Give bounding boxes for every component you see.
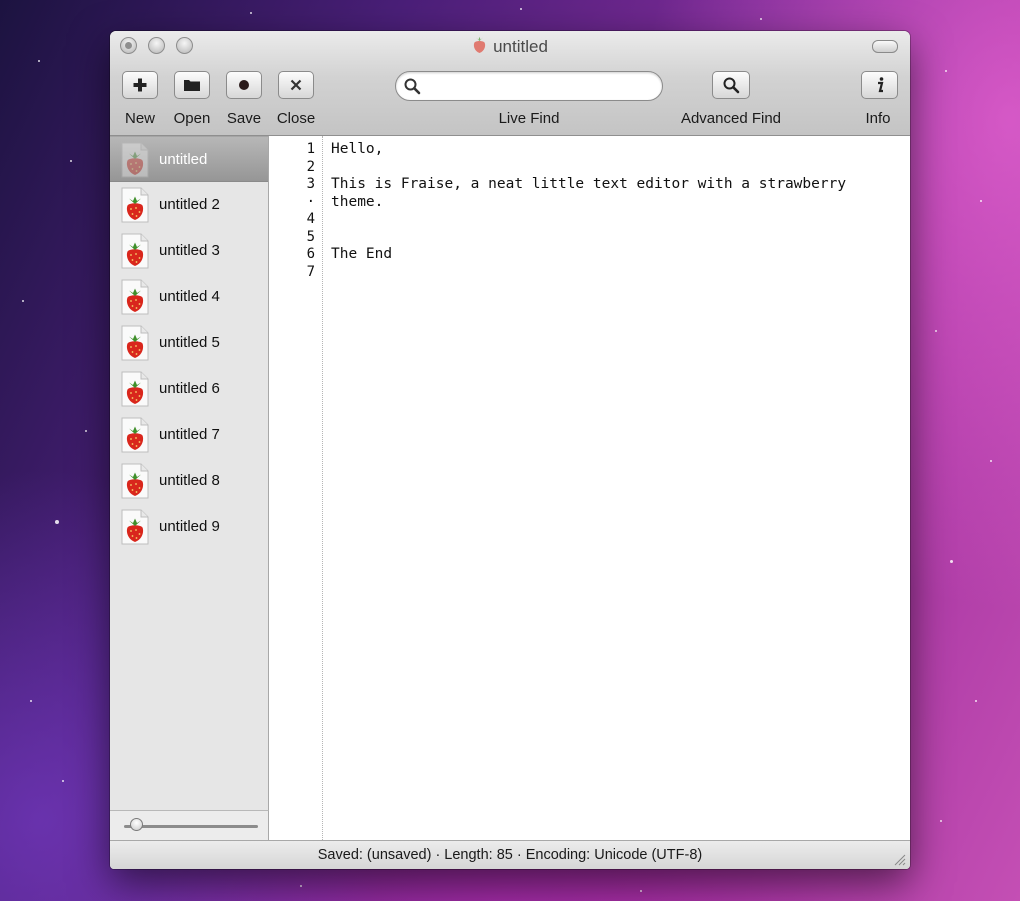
status-bar: Saved: (unsaved) · Length: 85 · Encoding… — [110, 840, 910, 869]
document-list-item-label: untitled 8 — [159, 472, 220, 489]
close-button[interactable] — [278, 71, 314, 99]
line-number-gutter: 1 2 3 · 4 5 6 7 — [269, 136, 323, 840]
resize-grip-icon[interactable] — [892, 852, 906, 866]
advanced-find-button[interactable] — [712, 71, 750, 99]
info-button[interactable] — [861, 71, 898, 99]
titlebar: untitled New Open Save Close Live Find A… — [110, 31, 910, 136]
info-label: Info — [865, 110, 891, 127]
live-find-label: Live Find — [498, 110, 560, 127]
document-list-item-label: untitled 4 — [159, 288, 220, 305]
save-label: Save — [226, 110, 262, 127]
line-number: 2 — [306, 158, 315, 175]
strawberry-icon[interactable] — [472, 36, 487, 59]
strawberry-document-icon — [120, 142, 150, 178]
line-number: 4 — [306, 211, 315, 227]
document-list-item[interactable]: untitled 7 — [110, 412, 268, 458]
strawberry-document-icon — [120, 187, 150, 223]
star — [55, 520, 59, 524]
strawberry-document-icon — [120, 509, 150, 545]
star — [935, 330, 937, 332]
text-line: theme. — [331, 193, 384, 210]
text-line: This is Fraise, a neat little text edito… — [331, 176, 847, 192]
sidebar-footer — [110, 810, 269, 841]
star — [950, 560, 953, 563]
star — [640, 890, 642, 892]
document-list-item-label: untitled 9 — [159, 518, 220, 535]
document-list-item[interactable]: untitled 9 — [110, 504, 268, 550]
line-number: 7 — [306, 263, 315, 280]
line-number: · — [306, 193, 315, 210]
strawberry-document-icon — [120, 371, 150, 407]
star — [940, 820, 942, 822]
open-button[interactable] — [174, 71, 210, 99]
save-button[interactable] — [226, 71, 262, 99]
document-list-item-label: untitled 6 — [159, 380, 220, 397]
document-list-item[interactable]: untitled 2 — [110, 182, 268, 228]
x-icon — [290, 79, 302, 91]
document-list-item[interactable]: untitled 4 — [110, 274, 268, 320]
window-title: untitled — [110, 36, 910, 59]
document-list-item[interactable]: untitled 6 — [110, 366, 268, 412]
icon-size-slider-track[interactable] — [124, 825, 258, 828]
text-editor[interactable]: 1 2 3 · 4 5 6 7 Hello, This is Fraise, a neat li… — [269, 136, 910, 840]
close-label: Close — [276, 110, 316, 127]
text-line: The End — [331, 246, 393, 262]
document-list-item-label: untitled 5 — [159, 334, 220, 351]
strawberry-document-icon — [120, 325, 150, 361]
document-list-item-label: untitled 3 — [159, 242, 220, 259]
folder-icon — [184, 80, 200, 91]
window-title-text: untitled — [493, 37, 548, 56]
advanced-find-label: Advanced Find — [680, 110, 782, 127]
line-number: 3 — [306, 176, 315, 192]
editor-window: untitled New Open Save Close Live Find A… — [110, 31, 910, 869]
document-list-item[interactable]: untitled 8 — [110, 458, 268, 504]
line-number: 5 — [306, 228, 315, 245]
document-list: untitled untitled 2 untitled 3 untitled 4 un… — [110, 136, 269, 840]
new-button[interactable] — [122, 71, 158, 99]
star — [945, 70, 947, 72]
star — [30, 700, 32, 702]
status-text: Saved: (unsaved) · Length: 85 · Encoding… — [317, 847, 703, 863]
star — [520, 8, 522, 10]
document-list-item-label: untitled 7 — [159, 426, 220, 443]
line-number: 6 — [306, 246, 315, 262]
document-list-item[interactable]: untitled — [110, 136, 268, 182]
star — [250, 12, 252, 14]
magnifier-icon — [723, 77, 739, 93]
icon-size-slider-thumb[interactable] — [130, 818, 143, 831]
star — [38, 60, 40, 62]
star — [980, 200, 982, 202]
star — [62, 780, 64, 782]
star — [85, 430, 87, 432]
plus-icon — [133, 78, 147, 92]
live-find-field[interactable] — [395, 71, 663, 101]
document-list-item-label: untitled — [159, 151, 208, 168]
document-list-item-label: untitled 2 — [159, 196, 220, 213]
strawberry-document-icon — [120, 279, 150, 315]
strawberry-document-icon — [120, 233, 150, 269]
search-icon — [404, 78, 421, 95]
open-label: Open — [173, 110, 211, 127]
dot-icon — [239, 80, 249, 90]
live-find-input[interactable] — [426, 76, 655, 98]
info-icon — [877, 77, 883, 93]
line-number: 1 — [306, 141, 315, 157]
star — [22, 300, 24, 302]
text-line: Hello, — [331, 141, 384, 157]
star — [975, 700, 977, 702]
new-label: New — [124, 110, 155, 127]
strawberry-document-icon — [120, 463, 150, 499]
strawberry-document-icon — [120, 417, 150, 453]
star — [300, 885, 302, 887]
document-list-item[interactable]: untitled 3 — [110, 228, 268, 274]
star — [990, 460, 992, 462]
star — [70, 160, 72, 162]
star — [760, 18, 762, 20]
document-list-item[interactable]: untitled 5 — [110, 320, 268, 366]
